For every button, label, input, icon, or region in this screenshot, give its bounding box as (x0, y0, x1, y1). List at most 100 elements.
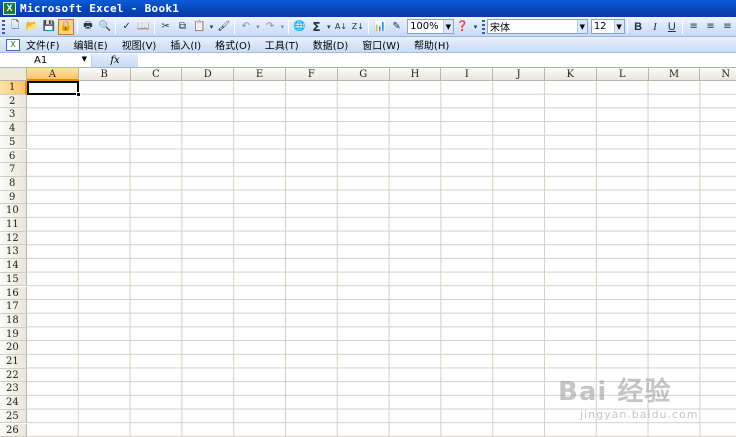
row-header[interactable]: 8 (0, 176, 27, 191)
chevron-down-icon[interactable]: ▼ (613, 20, 624, 33)
row-header[interactable]: 21 (0, 355, 27, 369)
toolbar-grip[interactable] (482, 19, 486, 34)
autosum-icon[interactable]: Σ (309, 19, 324, 35)
row-header[interactable]: 11 (0, 218, 27, 232)
help-icon[interactable]: ❓ (455, 19, 470, 35)
row-header[interactable]: 16 (0, 286, 27, 301)
print-icon[interactable]: 🖶 (81, 19, 96, 35)
font-size-select[interactable]: 12 ▼ (590, 19, 625, 34)
row-header[interactable]: 20 (0, 341, 27, 355)
name-box[interactable]: A1 ▼ (0, 53, 92, 67)
separator (76, 19, 78, 34)
row-header[interactable]: 22 (0, 368, 27, 383)
sort-descending-icon[interactable]: Z↓ (350, 19, 365, 35)
row-header[interactable]: 24 (0, 396, 27, 410)
row-header[interactable]: 15 (0, 272, 27, 287)
undo-dropdown-icon[interactable]: ▾ (255, 19, 261, 35)
row-header[interactable]: 4 (0, 122, 27, 136)
row-header[interactable]: 7 (0, 163, 27, 177)
menu-tools[interactable]: 工具(T) (265, 37, 299, 52)
workbook-icon[interactable]: X (6, 38, 20, 51)
align-left-icon[interactable]: ≡ (686, 19, 701, 35)
separator (115, 19, 117, 34)
column-header[interactable]: C (130, 68, 183, 81)
research-icon[interactable]: 📖 (136, 19, 151, 35)
column-header[interactable]: L (596, 68, 649, 81)
column-header[interactable]: F (286, 68, 338, 81)
print-preview-icon[interactable]: 🔍 (97, 19, 112, 35)
column-header[interactable]: I (441, 68, 494, 81)
zoom-select[interactable]: 100% ▼ (407, 19, 454, 34)
insert-function-button[interactable]: fx (92, 53, 138, 67)
underline-button[interactable]: U (664, 19, 679, 35)
permission-icon[interactable]: 🔒 (58, 18, 74, 35)
active-cell[interactable] (27, 81, 79, 95)
menu-view[interactable]: 视图(V) (122, 37, 157, 52)
chevron-down-icon[interactable]: ▼ (442, 20, 453, 33)
open-icon[interactable]: 📂 (25, 19, 40, 35)
format-painter-icon[interactable]: 🖌 (216, 19, 231, 35)
row-header[interactable]: 10 (0, 204, 27, 218)
new-icon[interactable]: 🗋 (8, 19, 23, 35)
align-right-icon[interactable]: ≡ (720, 19, 735, 35)
toolbar-options-icon[interactable]: ▾ (472, 19, 479, 35)
chevron-down-icon[interactable]: ▼ (576, 20, 587, 33)
column-header[interactable]: H (389, 68, 442, 81)
menu-format[interactable]: 格式(O) (215, 37, 251, 52)
cut-icon[interactable]: ✂ (158, 19, 173, 35)
column-header[interactable]: A (27, 68, 79, 81)
formula-input[interactable] (138, 53, 736, 67)
row-header[interactable]: 23 (0, 382, 27, 397)
drawing-icon[interactable]: ✎ (389, 19, 404, 35)
redo-icon[interactable]: ↷ (263, 19, 278, 35)
column-header[interactable]: J (493, 68, 545, 81)
toolbar-grip[interactable] (2, 19, 5, 34)
column-header[interactable]: K (545, 68, 597, 81)
row-header[interactable]: 1 (0, 81, 27, 95)
spelling-icon[interactable]: ✓ (119, 19, 134, 35)
menu-data[interactable]: 数据(D) (313, 37, 349, 52)
sort-ascending-icon[interactable]: A↓ (334, 19, 349, 35)
chevron-down-icon[interactable]: ▼ (82, 55, 87, 63)
autosum-dropdown-icon[interactable]: ▾ (326, 19, 332, 35)
row-header[interactable]: 13 (0, 245, 27, 260)
row-header[interactable]: 18 (0, 313, 27, 328)
chart-wizard-icon[interactable]: 📊 (372, 19, 387, 35)
align-center-icon[interactable]: ≡ (703, 19, 718, 35)
menu-window[interactable]: 窗口(W) (362, 37, 400, 52)
italic-button[interactable]: I (647, 19, 662, 35)
row-header[interactable]: 2 (0, 94, 27, 109)
redo-dropdown-icon[interactable]: ▾ (280, 19, 286, 35)
column-header[interactable]: B (78, 68, 131, 81)
paste-dropdown-icon[interactable]: ▾ (209, 19, 215, 35)
paste-icon[interactable]: 📋 (192, 19, 207, 35)
bold-button[interactable]: B (631, 19, 646, 35)
column-header[interactable]: D (182, 68, 235, 81)
row-header[interactable]: 3 (0, 108, 27, 123)
copy-icon[interactable]: ⧉ (175, 19, 190, 35)
menu-insert[interactable]: 插入(I) (170, 37, 201, 52)
fill-handle[interactable] (76, 92, 81, 97)
font-name-select[interactable]: 宋体 ▼ (487, 19, 588, 34)
save-icon[interactable]: 💾 (42, 19, 57, 35)
row-header[interactable]: 6 (0, 149, 27, 164)
column-header[interactable]: E (234, 68, 286, 81)
row-header[interactable]: 17 (0, 300, 27, 314)
column-header[interactable]: N (700, 68, 736, 81)
select-all-button[interactable] (0, 68, 27, 81)
column-header[interactable]: G (337, 68, 390, 81)
row-header[interactable]: 19 (0, 327, 27, 342)
row-header[interactable]: 5 (0, 135, 27, 150)
menu-help[interactable]: 帮助(H) (414, 37, 449, 52)
row-header[interactable]: 26 (0, 423, 27, 437)
menu-file[interactable]: 文件(F) (26, 37, 60, 52)
row-header[interactable]: 12 (0, 231, 27, 246)
column-header[interactable]: M (648, 68, 701, 81)
row-header[interactable]: 25 (0, 409, 27, 424)
row-header[interactable]: 14 (0, 259, 27, 273)
row-header[interactable]: 9 (0, 190, 27, 205)
undo-icon[interactable]: ↶ (238, 19, 253, 35)
excel-icon[interactable]: X (3, 2, 16, 15)
menu-edit[interactable]: 编辑(E) (74, 37, 108, 52)
hyperlink-icon[interactable]: 🌐 (292, 19, 307, 35)
